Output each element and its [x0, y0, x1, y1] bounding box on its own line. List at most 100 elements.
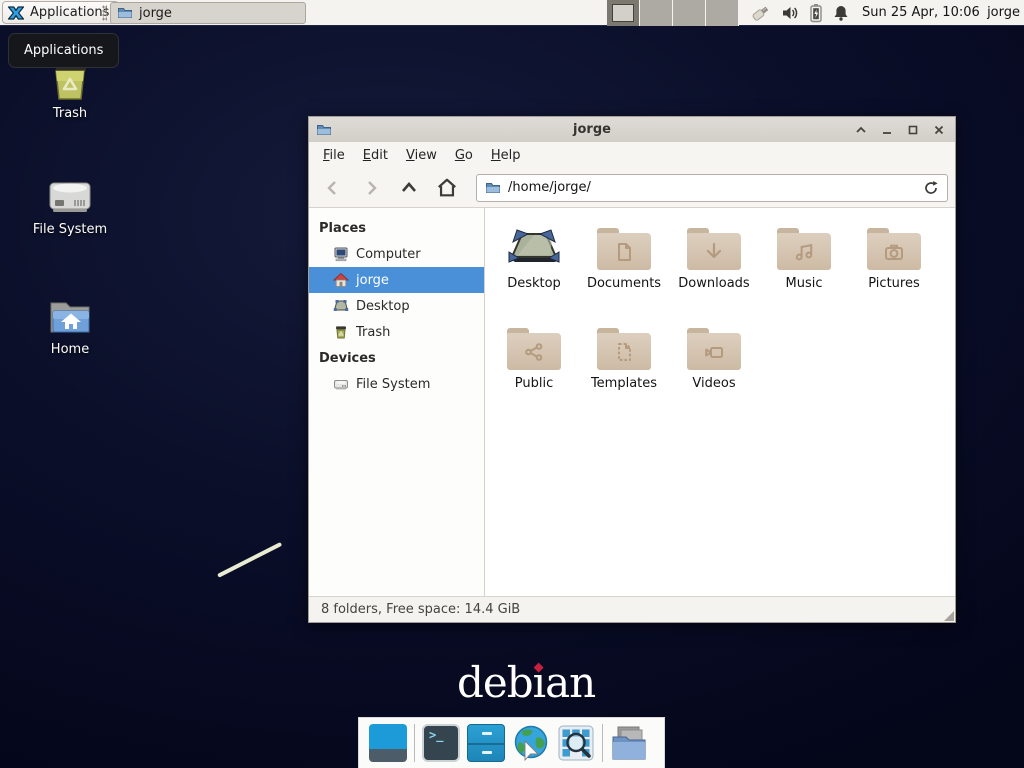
- folder-documents-icon: [597, 228, 651, 270]
- desktop-icon-label: Trash: [22, 106, 118, 121]
- hard-drive-icon: [22, 176, 118, 218]
- workspace-switcher[interactable]: [607, 0, 739, 26]
- file-cabinet-icon[interactable]: [467, 724, 505, 762]
- sidebar-item-trash[interactable]: Trash: [309, 319, 484, 345]
- reload-icon[interactable]: [923, 180, 939, 196]
- drive-icon: [333, 376, 349, 392]
- sidebar-item-jorge[interactable]: jorge: [309, 267, 484, 293]
- show-desktop-icon[interactable]: [369, 724, 407, 762]
- icon-view: Desktop Documents Download: [485, 208, 955, 596]
- forward-button[interactable]: [354, 173, 388, 203]
- usb-device-icon[interactable]: [750, 2, 772, 24]
- volume-icon[interactable]: [780, 3, 800, 23]
- desktop-trapezoid-icon: [507, 224, 561, 270]
- file-label: Documents: [587, 276, 661, 291]
- folder-downloads-icon: [687, 228, 741, 270]
- sidebar-item-computer[interactable]: Computer: [309, 241, 484, 267]
- status-text: 8 folders, Free space: 14.4 GiB: [321, 602, 520, 617]
- file-videos[interactable]: Videos: [669, 316, 759, 416]
- minimize-button[interactable]: [878, 121, 896, 139]
- file-desktop[interactable]: Desktop: [489, 216, 579, 316]
- bottom-dock: >_: [358, 717, 665, 768]
- system-tray: [750, 0, 850, 26]
- desktop-icon-label: Home: [22, 342, 118, 357]
- sidebar-item-label: jorge: [356, 273, 389, 288]
- folder-music-icon: [777, 228, 831, 270]
- status-bar: 8 folders, Free space: 14.4 GiB: [309, 596, 955, 622]
- file-manager-icon[interactable]: [610, 724, 648, 762]
- panel-clock[interactable]: Sun 25 Apr, 10:06: [862, 0, 980, 26]
- sidebar-item-label: File System: [356, 377, 430, 392]
- desktop-icon-home[interactable]: Home: [22, 298, 118, 357]
- notifications-bell-icon[interactable]: [832, 4, 850, 22]
- file-label: Public: [515, 376, 553, 391]
- file-downloads[interactable]: Downloads: [669, 216, 759, 316]
- dock-separator: [602, 724, 603, 762]
- workspace-4[interactable]: [706, 0, 739, 26]
- file-templates[interactable]: Templates: [579, 316, 669, 416]
- maximize-button[interactable]: [904, 121, 922, 139]
- up-button[interactable]: [392, 173, 426, 203]
- wordmark-text: deb: [457, 658, 533, 707]
- debian-red-dot: ◆: [534, 660, 543, 675]
- sidebar-item-label: Computer: [356, 247, 421, 262]
- battery-icon[interactable]: [808, 3, 824, 23]
- desktop-icon-file-system[interactable]: File System: [22, 176, 118, 237]
- path-bar[interactable]: /home/jorge/: [476, 174, 948, 202]
- file-label: Videos: [692, 376, 735, 391]
- menu-edit[interactable]: Edit: [354, 144, 397, 167]
- home-button[interactable]: [430, 173, 464, 203]
- file-label: Downloads: [678, 276, 749, 291]
- back-button[interactable]: [316, 173, 350, 203]
- web-browser-icon[interactable]: [512, 724, 550, 762]
- folder-videos-icon: [687, 328, 741, 370]
- devices-header: Devices: [309, 345, 484, 371]
- desktop-icon: [333, 298, 349, 314]
- file-music[interactable]: Music: [759, 216, 849, 316]
- taskbar-window-label: jorge: [139, 6, 172, 21]
- top-panel: Applications jorge: [0, 0, 1024, 26]
- taskbar-window-button[interactable]: jorge: [110, 2, 306, 24]
- wordmark-text: an: [545, 658, 595, 707]
- workspace-window-thumb: [612, 4, 634, 22]
- desktop-stray-line: [217, 542, 282, 578]
- path-folder-icon: [485, 180, 501, 196]
- workspace-1[interactable]: [607, 0, 640, 26]
- desktop-icon-label: File System: [22, 222, 118, 237]
- sidebar-item-label: Desktop: [356, 299, 410, 314]
- taskbar-handle[interactable]: [102, 5, 107, 21]
- window-titlebar[interactable]: jorge: [309, 117, 955, 142]
- folder-icon: [117, 5, 133, 21]
- file-label: Music: [786, 276, 823, 291]
- computer-icon: [333, 246, 349, 262]
- window-folder-icon: [316, 122, 332, 138]
- shade-button[interactable]: [852, 121, 870, 139]
- wordmark-i: ı◆: [533, 658, 545, 707]
- path-input[interactable]: /home/jorge/: [508, 180, 916, 195]
- sidebar-item-desktop[interactable]: Desktop: [309, 293, 484, 319]
- file-documents[interactable]: Documents: [579, 216, 669, 316]
- application-finder-icon[interactable]: [557, 724, 595, 762]
- debian-wordmark: debı◆an: [457, 658, 595, 707]
- file-label: Pictures: [868, 276, 919, 291]
- menu-help[interactable]: Help: [482, 144, 530, 167]
- menu-view[interactable]: View: [397, 144, 446, 167]
- folder-public-icon: [507, 328, 561, 370]
- file-label: Desktop: [507, 276, 561, 291]
- panel-session-user[interactable]: jorge: [987, 0, 1020, 26]
- menu-go[interactable]: Go: [446, 144, 482, 167]
- sidebar-item-label: Trash: [356, 325, 390, 340]
- dock-separator: [414, 724, 415, 762]
- close-button[interactable]: [930, 121, 948, 139]
- workspace-3[interactable]: [673, 0, 706, 26]
- resize-grip[interactable]: [944, 611, 954, 621]
- sidebar-item-file-system[interactable]: File System: [309, 371, 484, 397]
- folder-templates-icon: [597, 328, 651, 370]
- toolbar: /home/jorge/: [309, 168, 955, 208]
- menu-file[interactable]: File: [314, 144, 354, 167]
- workspace-2[interactable]: [640, 0, 673, 26]
- file-public[interactable]: Public: [489, 316, 579, 416]
- file-pictures[interactable]: Pictures: [849, 216, 939, 316]
- trash-icon: [333, 324, 349, 340]
- terminal-icon[interactable]: >_: [422, 724, 460, 762]
